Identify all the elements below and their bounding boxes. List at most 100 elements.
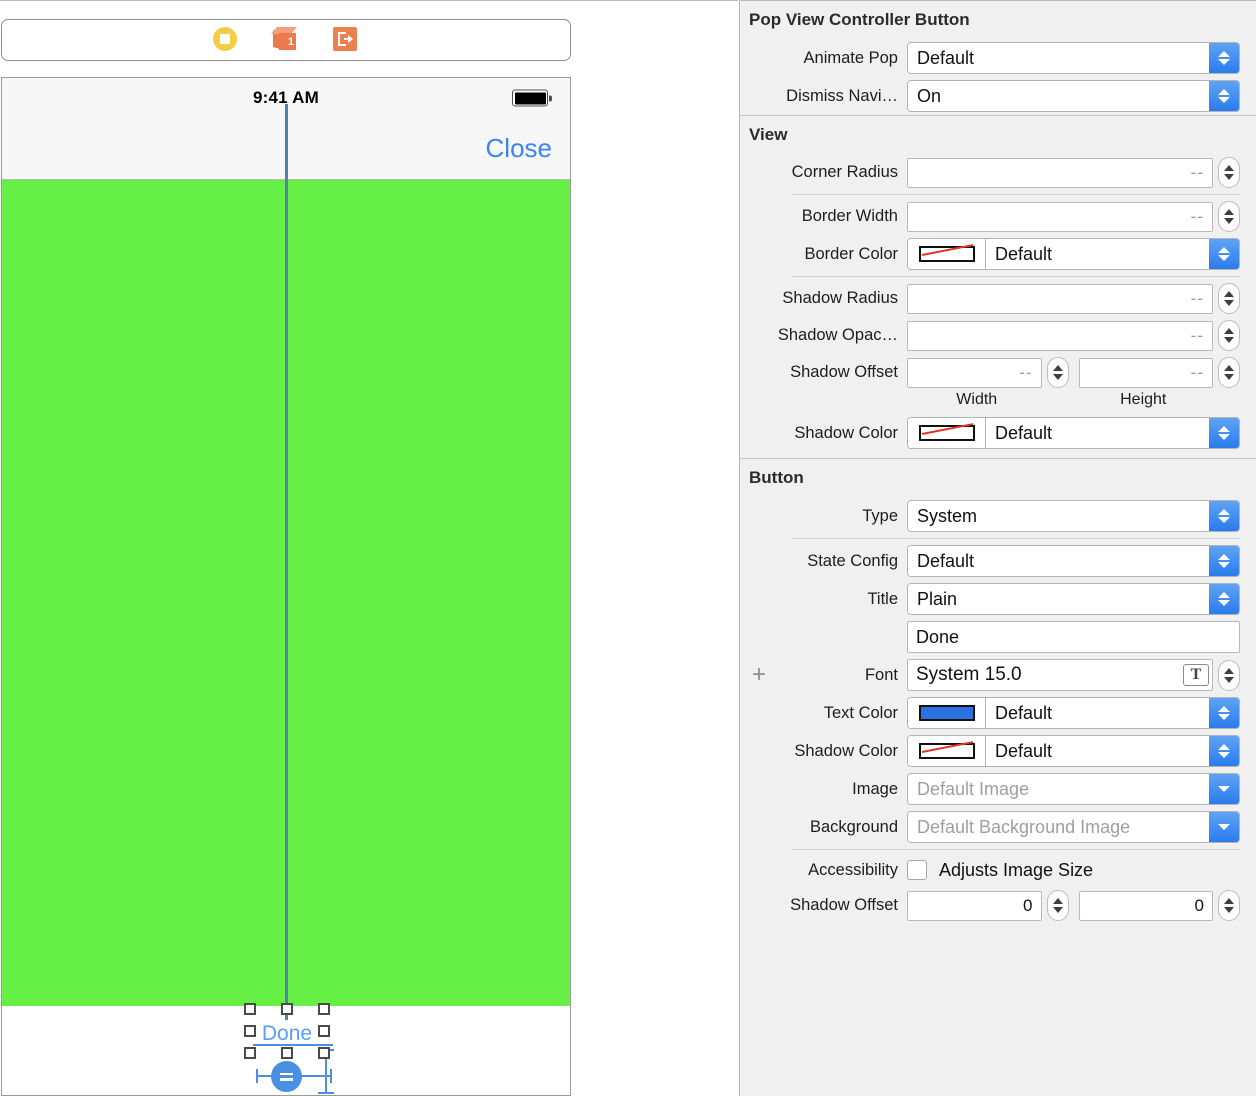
selection-handle[interactable]: [244, 1047, 256, 1059]
equal-constraint-icon[interactable]: [271, 1061, 302, 1092]
add-font-state-button[interactable]: +: [750, 663, 768, 687]
attributes-inspector-panel[interactable]: Pop View Controller Button Animate Pop D…: [739, 0, 1256, 1096]
border-width-value: --: [1190, 206, 1204, 226]
title-style-popup[interactable]: Plain: [907, 583, 1240, 615]
corner-radius-value: --: [1190, 162, 1204, 182]
text-color-popup[interactable]: Default: [907, 697, 1240, 729]
button-shadow-color-well[interactable]: [908, 736, 986, 766]
shadow-offset-width-field[interactable]: --: [907, 357, 1042, 388]
chevron-down-icon[interactable]: [1209, 812, 1239, 842]
corner-radius-field[interactable]: --: [907, 157, 1213, 188]
adjusts-image-size-label: Adjusts Image Size: [939, 859, 1094, 880]
shadow-color-well[interactable]: [908, 418, 986, 448]
storyboard-canvas[interactable]: 1 9:41 AM Close Done: [0, 0, 738, 1096]
chevron-updown-icon[interactable]: [1209, 546, 1239, 576]
chevron-updown-icon[interactable]: [1209, 584, 1239, 614]
chevron-updown-icon[interactable]: [1209, 501, 1239, 531]
row-type[interactable]: Type System: [740, 497, 1256, 535]
scene-dock[interactable]: 1: [1, 19, 571, 61]
label-shadow-offset: Shadow Offset: [790, 363, 898, 381]
row-corner-radius[interactable]: Corner Radius --: [740, 154, 1256, 191]
chevron-down-icon[interactable]: [1209, 774, 1239, 804]
animate-pop-popup[interactable]: Default: [907, 42, 1240, 74]
row-shadow-opacity[interactable]: Shadow Opac… --: [740, 317, 1256, 354]
label-button-shadow-offset: Shadow Offset: [790, 896, 898, 914]
row-background[interactable]: Background Default Background Image: [740, 808, 1256, 846]
row-font[interactable]: + Font System 15.0 T: [740, 656, 1256, 694]
selection-handle[interactable]: [244, 1003, 256, 1015]
row-shadow-offset[interactable]: Shadow Offset -- --: [740, 354, 1256, 391]
row-image[interactable]: Image Default Image: [740, 770, 1256, 808]
row-shadow-radius[interactable]: Shadow Radius --: [740, 280, 1256, 317]
selection-handle[interactable]: [318, 1047, 330, 1059]
row-state-config[interactable]: State Config Default: [740, 542, 1256, 580]
font-value: System 15.0: [916, 664, 1022, 685]
state-config-popup[interactable]: Default: [907, 545, 1240, 577]
button-shadow-offset-width-stepper[interactable]: [1046, 890, 1069, 921]
row-title[interactable]: Title Plain: [740, 580, 1256, 618]
shadow-offset-height-field[interactable]: --: [1078, 357, 1213, 388]
shadow-opacity-field[interactable]: --: [907, 320, 1213, 351]
row-text-color[interactable]: Text Color Default: [740, 694, 1256, 732]
image-combobox[interactable]: Default Image: [907, 773, 1240, 805]
selection-handle[interactable]: [318, 1025, 330, 1037]
selection-handle[interactable]: [244, 1025, 256, 1037]
type-popup[interactable]: System: [907, 500, 1240, 532]
button-shadow-color-popup[interactable]: Default: [907, 735, 1240, 767]
nav-close-button[interactable]: Close: [486, 133, 552, 164]
border-color-well[interactable]: [908, 239, 986, 269]
label-dismiss-navigation: Dismiss Navi…: [786, 86, 898, 105]
row-dismiss-navigation[interactable]: Dismiss Navi… On: [740, 77, 1256, 115]
button-shadow-offset-height-field[interactable]: 0: [1078, 890, 1213, 921]
button-shadow-offset-height-stepper[interactable]: [1218, 890, 1240, 921]
row-animate-pop[interactable]: Animate Pop Default: [740, 39, 1256, 77]
shadow-color-popup[interactable]: Default: [907, 417, 1240, 449]
first-responder-icon[interactable]: 1: [271, 27, 299, 53]
chevron-updown-icon[interactable]: [1209, 736, 1239, 766]
row-border-color[interactable]: Border Color Default: [740, 235, 1256, 273]
button-shadow-offset-width-field[interactable]: 0: [907, 890, 1042, 921]
label-corner-radius: Corner Radius: [791, 163, 898, 181]
state-config-value: Default: [908, 546, 1209, 576]
text-color-well[interactable]: [908, 698, 986, 728]
font-picker-icon[interactable]: T: [1183, 664, 1209, 686]
label-shadow-color: Shadow Color: [794, 423, 898, 442]
shadow-radius-stepper[interactable]: [1218, 283, 1240, 314]
shadow-offset-width-stepper[interactable]: [1046, 357, 1069, 388]
chevron-updown-icon[interactable]: [1209, 239, 1239, 269]
row-accessibility[interactable]: Accessibility Adjusts Image Size: [740, 853, 1256, 887]
chevron-updown-icon[interactable]: [1209, 698, 1239, 728]
border-color-popup[interactable]: Default: [907, 238, 1240, 270]
border-width-stepper[interactable]: [1218, 201, 1240, 232]
selected-button[interactable]: Done: [244, 1003, 330, 1059]
row-title-text[interactable]: Done: [740, 618, 1256, 656]
shadow-offset-sublabels: Width Height: [740, 391, 1256, 414]
title-text-value: Done: [916, 626, 960, 647]
row-shadow-color[interactable]: Shadow Color Default: [740, 414, 1256, 452]
font-field[interactable]: System 15.0 T: [907, 659, 1213, 691]
row-button-shadow-color[interactable]: Shadow Color Default: [740, 732, 1256, 770]
label-accessibility: Accessibility: [808, 860, 898, 879]
chevron-updown-icon[interactable]: [1209, 418, 1239, 448]
row-button-shadow-offset[interactable]: Shadow Offset 0 0: [740, 887, 1256, 924]
shadow-opacity-stepper[interactable]: [1218, 320, 1240, 351]
exit-icon[interactable]: [333, 27, 359, 53]
row-border-width[interactable]: Border Width --: [740, 198, 1256, 235]
label-height: Height: [1120, 391, 1167, 408]
adjusts-image-size-checkbox[interactable]: [907, 860, 927, 880]
dismiss-navigation-popup[interactable]: On: [907, 80, 1240, 112]
selection-handle[interactable]: [281, 1003, 293, 1015]
corner-radius-stepper[interactable]: [1218, 157, 1240, 188]
label-background: Background: [809, 817, 898, 836]
font-size-stepper[interactable]: [1218, 659, 1240, 691]
chevron-updown-icon[interactable]: [1209, 81, 1239, 111]
selection-handle[interactable]: [281, 1047, 293, 1059]
background-combobox[interactable]: Default Background Image: [907, 811, 1240, 843]
selection-handle[interactable]: [318, 1003, 330, 1015]
shadow-offset-height-stepper[interactable]: [1218, 357, 1240, 388]
chevron-updown-icon[interactable]: [1209, 43, 1239, 73]
shadow-radius-field[interactable]: --: [907, 283, 1213, 314]
view-controller-icon[interactable]: [213, 27, 239, 53]
border-width-field[interactable]: --: [907, 201, 1213, 232]
title-text-field[interactable]: Done: [907, 621, 1240, 653]
